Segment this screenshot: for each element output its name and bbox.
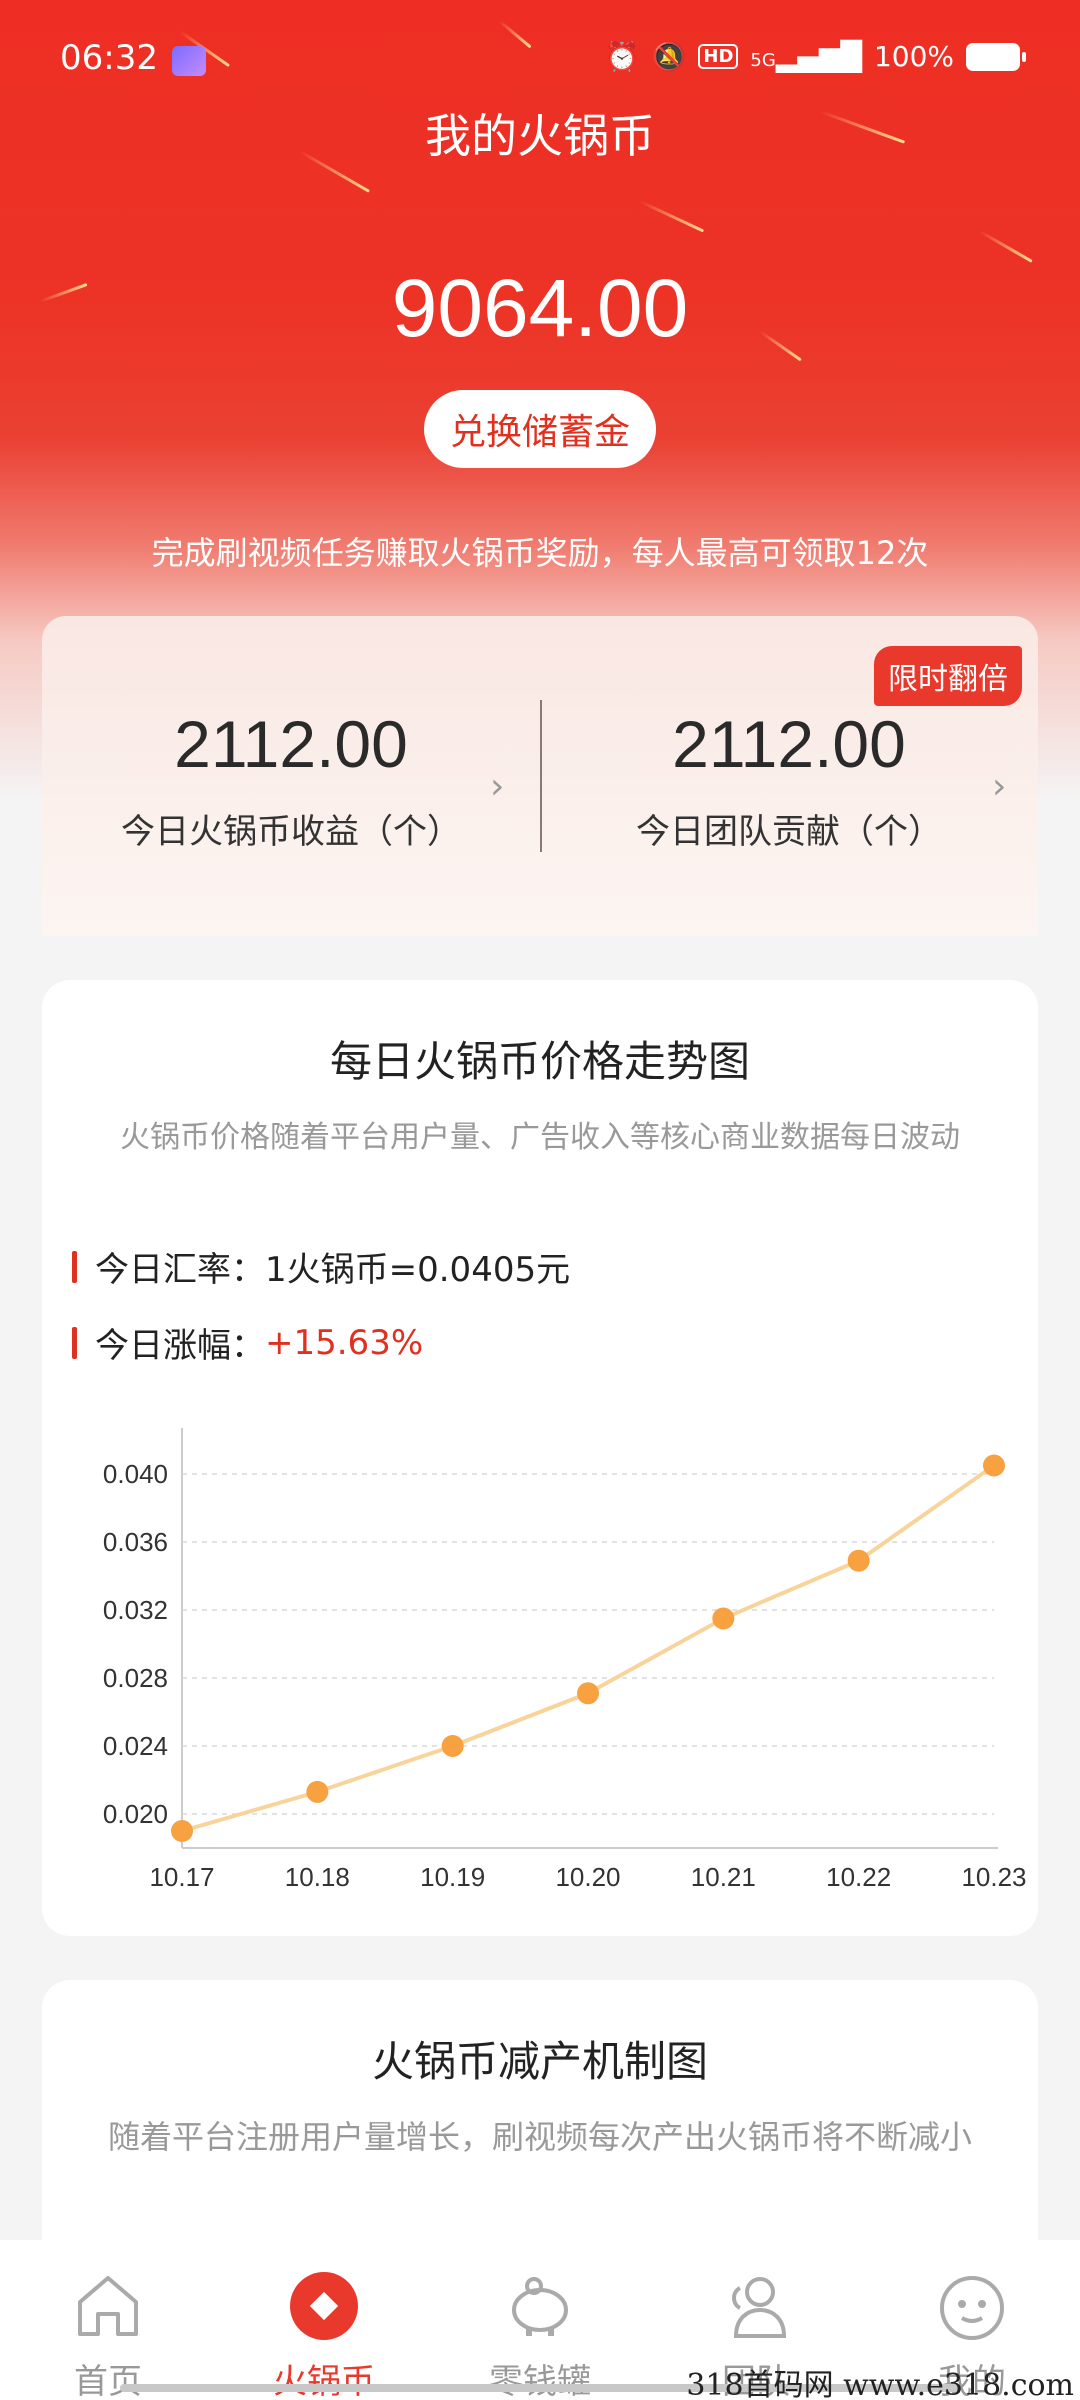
y-tick-label: 0.024 [103,1731,168,1761]
status-time: 06:32 [60,38,158,78]
x-tick-label: 10.20 [555,1862,620,1892]
series-line [181,1463,996,1833]
tab-piggy-bank[interactable]: 零钱罐 [432,2268,648,2400]
battery-percent: 100% [873,40,954,73]
data-point [983,1454,1005,1477]
home-icon [78,2276,138,2336]
y-tick-label: 0.040 [103,1459,168,1489]
chevron-right-icon[interactable]: › [992,766,1006,807]
x-tick-label: 10.19 [420,1862,485,1892]
signal-icon: 5G▂▄▆█ [750,40,862,73]
price-trend-card: 每日火锅币价格走势图 火锅币价格随着平台用户量、广告收入等核心商业数据每日波动 … [42,980,1038,1936]
today-stats-card: 限时翻倍 2112.00 今日火锅币收益（个） › 2112.00 今日团队贡献… [42,616,1038,936]
team-contribution-label: 今日团队贡献（个） [636,812,942,852]
task-hint: 完成刷视频任务赚取火锅币奖励，每人最高可领取12次 [151,534,929,572]
team-icon [732,2277,787,2338]
tab-hotpot-coin-label: 火锅币 [273,2362,375,2400]
tab-hotpot-coin[interactable]: 火锅币 [216,2268,432,2400]
today-income-value: 2112.00 [174,707,408,781]
mute-icon: 🔕 [651,40,687,73]
data-point [441,1735,464,1757]
hd-icon: HD [698,44,739,69]
y-tick-label: 0.028 [103,1663,168,1693]
y-tick-label: 0.020 [103,1799,168,1829]
data-point [712,1607,735,1630]
y-tick-label: 0.032 [103,1595,168,1625]
chevron-right-icon[interactable]: › [490,766,504,807]
page-title: 我的火锅币 [425,109,655,163]
profile-icon [940,2276,1004,2340]
data-point [306,1780,329,1803]
mechanism-card-title: 火锅币减产机制图 [371,2037,708,2086]
tab-piggy-bank-label: 零钱罐 [489,2362,591,2400]
today-income-label: 今日火锅币收益（个） [121,812,461,852]
alarm-icon: ⏰ [604,40,640,73]
mechanism-card-subtitle: 随着平台注册用户量增长，刷视频每次产出火锅币将不断减小 [107,2118,972,2156]
reduction-mechanism-card: 火锅币减产机制图 随着平台注册用户量增长，刷视频每次产出火锅币将不断减小 [42,1980,1038,2280]
sparkle-decoration [979,230,1033,263]
x-tick-label: 10.23 [961,1862,1026,1892]
today-income-stat[interactable]: 2112.00 今日火锅币收益（个） [42,706,540,853]
y-tick-label: 0.036 [103,1527,168,1557]
coin-balance: 9064.00 [391,263,689,354]
tab-home-label: 首页 [74,2362,142,2400]
status-icons: ⏰ 🔕 HD 5G▂▄▆█ 100% [604,40,1026,73]
data-point [171,1820,193,1842]
piggy-bank-icon [512,2277,568,2336]
x-tick-label: 10.21 [691,1862,756,1892]
data-point [577,1682,599,1705]
data-point [847,1549,870,1572]
app-notification-icon [172,46,206,76]
double-badge: 限时翻倍 [874,646,1022,706]
watermark: 318首码网 www.e318.com [686,2368,1074,2400]
exchange-savings-button[interactable]: 兑换储蓄金 [424,390,656,468]
team-contribution-stat[interactable]: 2112.00 今日团队贡献（个） [540,706,1038,853]
team-contribution-value: 2112.00 [672,707,906,781]
x-tick-label: 10.22 [826,1862,891,1892]
price-trend-chart: 0.040 0.036 0.032 0.028 0.024 0.020 10.17 10.18… [103,1428,1027,1892]
tab-home[interactable]: 首页 [0,2268,216,2400]
x-tick-label: 10.17 [149,1862,214,1892]
sparkle-decoration [639,200,705,233]
status-bar: 06:32 ⏰ 🔕 HD 5G▂▄▆█ 100% [0,36,1080,86]
battery-icon [966,42,1026,71]
x-tick-label: 10.18 [285,1862,350,1892]
hotpot-coin-icon [290,2272,358,2340]
